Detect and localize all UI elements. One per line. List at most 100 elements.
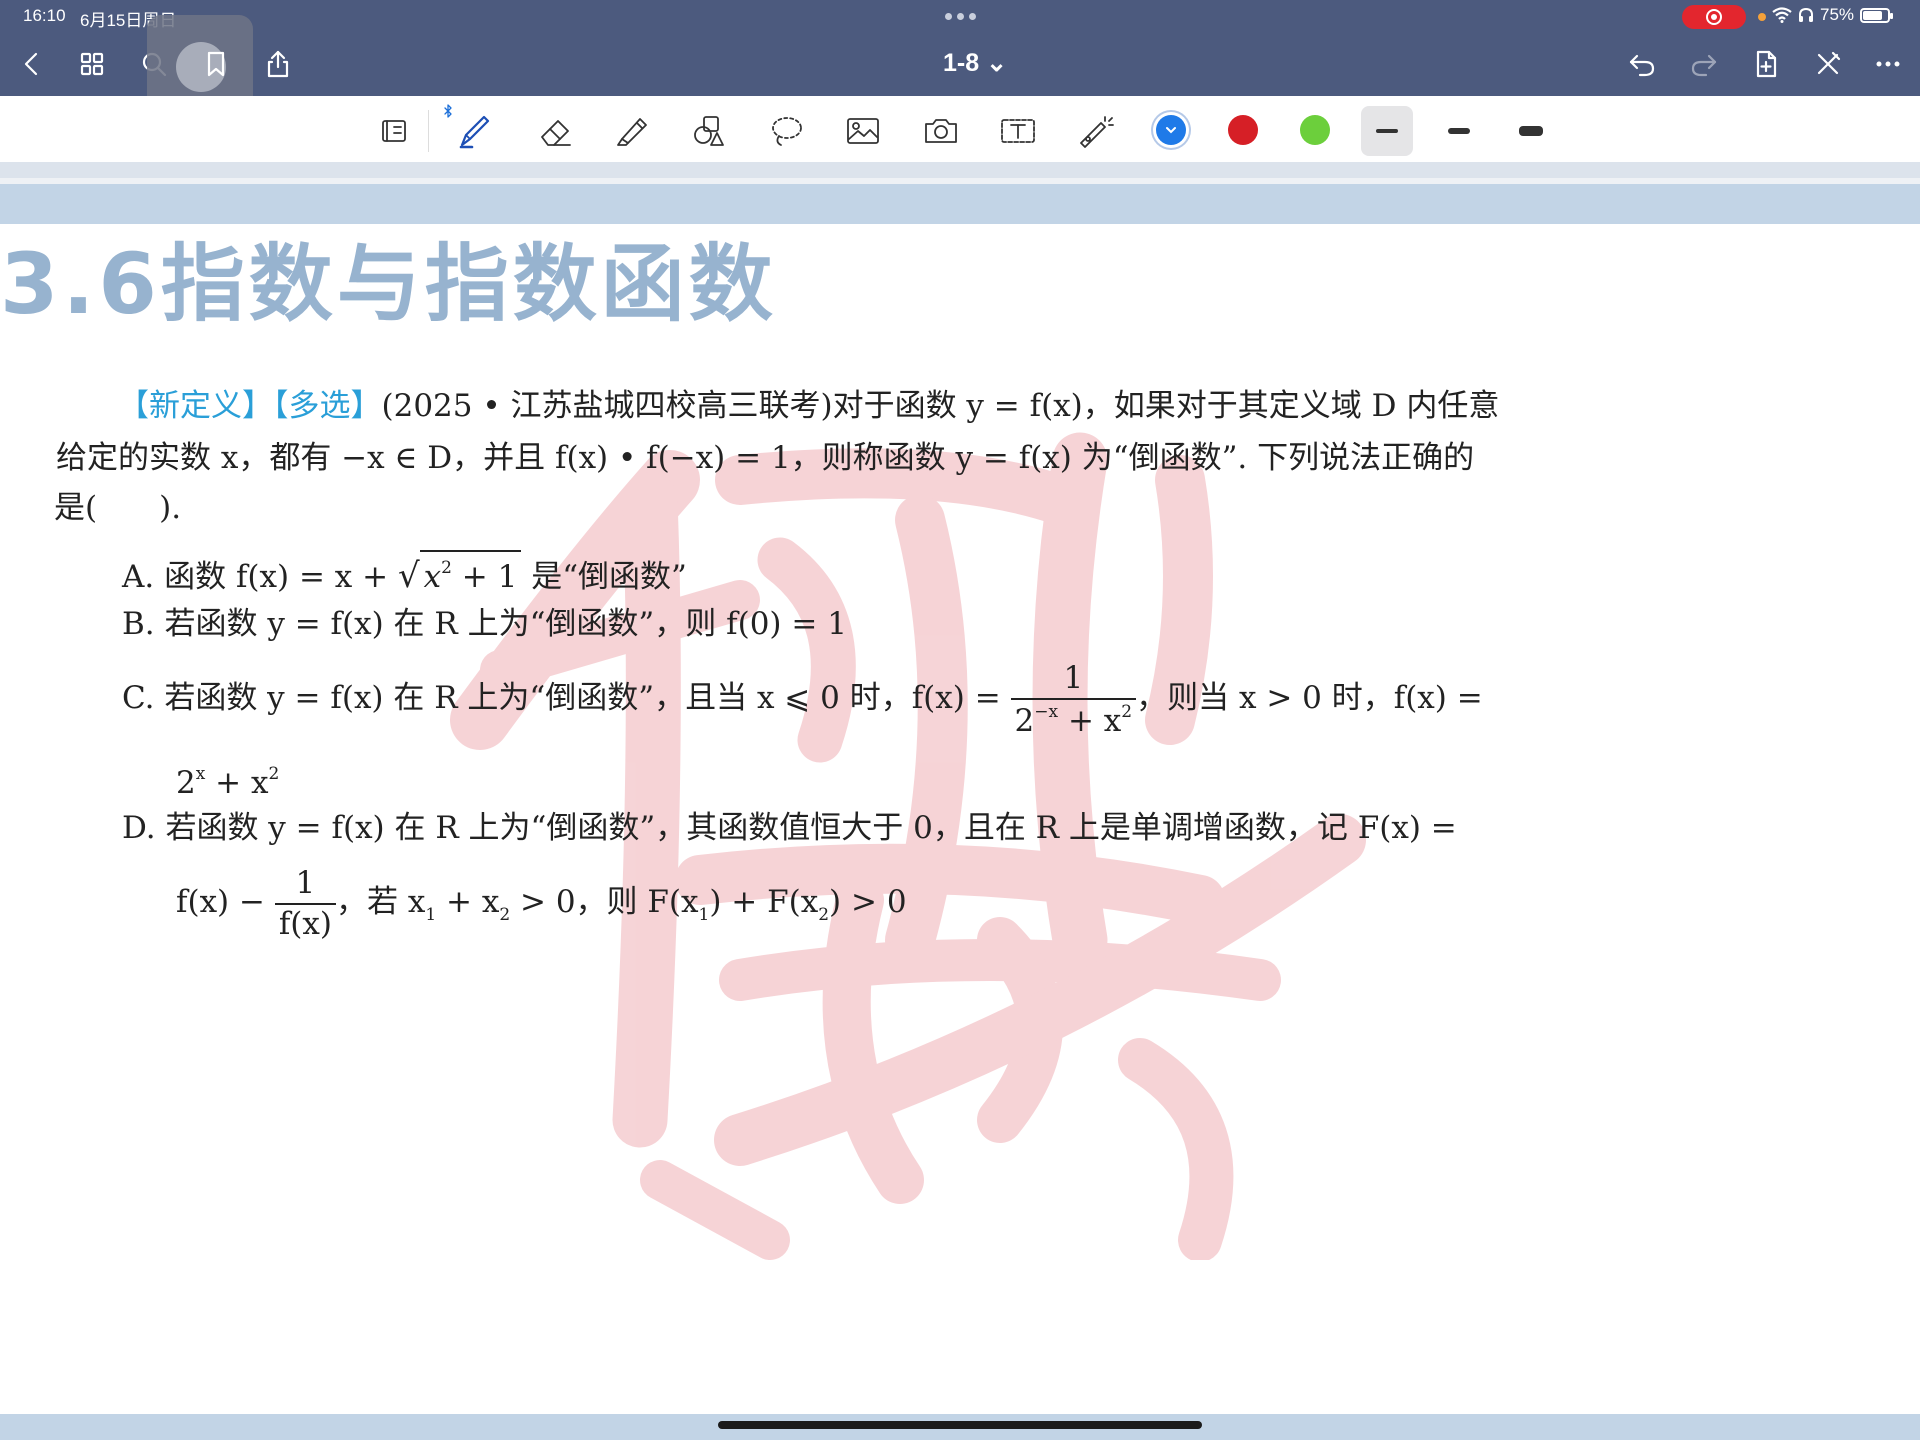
text-box-tool[interactable] [995,108,1041,154]
mic-indicator-dot [1758,13,1766,21]
laser-pointer-icon [1080,116,1114,148]
option-d-denominator: f(x) [274,902,336,940]
text-box-icon [1001,119,1035,143]
option-d-pre: f(x) − [176,884,275,920]
color-swatch-blue[interactable] [1156,115,1186,145]
shapes-tool[interactable] [686,108,732,154]
close-toolbar-button[interactable] [1808,44,1848,84]
close-pen-icon [1817,51,1841,75]
highlighter-icon [617,118,647,146]
redo-icon [1691,54,1717,77]
shapes-icon [694,116,724,146]
eraser-icon [541,120,571,146]
chevron-left-icon [24,52,38,76]
pen-tool[interactable] [444,104,497,154]
option-c-cont-rest: + x [205,765,269,801]
option-d-sub1: 1 [425,905,437,925]
lasso-tool[interactable] [763,108,809,154]
option-c-continuation: 2x + x2 [176,754,279,803]
section-title: 3.6指数与指数函数 [0,235,777,333]
color-swatch-green[interactable] [1300,115,1330,145]
bookmark-button[interactable] [196,44,236,84]
option-c-prefix: C. 若函数 y = f(x) 在 R 上为“倒函数”，且当 x ⩽ 0 时，f… [122,680,1011,716]
option-b[interactable]: B. 若函数 y = f(x) 在 R 上为“倒函数”，则 f(0) = 1 [122,604,847,644]
grid-icon [80,52,104,76]
stroke-thick-button[interactable] [1505,106,1557,156]
option-c-cont-exp2: 2 [268,764,280,784]
camera-icon [925,119,957,143]
bluetooth-icon [444,104,452,118]
option-c-numerator: 1 [1063,659,1084,696]
redo-button[interactable] [1684,44,1724,84]
option-d-sub3: 1 [698,905,710,925]
option-c-cont-base: 2 [176,765,196,801]
back-button[interactable] [12,44,52,84]
more-icon [1876,61,1900,67]
option-c-den-base: 2 [1014,702,1035,739]
status-icons: 75% [1772,5,1894,25]
question-text-1: (2025 • 江苏盐城四校高三联考)对于函数 y = f(x)，如果对于其定义… [381,388,1500,424]
annotation-toolbar [0,96,1920,162]
chevron-down-icon [1166,127,1176,134]
option-d-suffix-e: ) > 0 [829,884,907,920]
laser-pointer-tool[interactable] [1072,108,1118,154]
option-d-sub4: 2 [818,905,830,925]
image-tool[interactable] [840,108,886,154]
record-icon [1706,9,1722,25]
add-page-icon [1756,50,1777,78]
option-c-den-rest: + x [1058,702,1122,739]
bookmark-icon [207,51,225,77]
pen-icon [459,115,490,149]
more-options-button[interactable] [1868,44,1908,84]
screen-recording-indicator[interactable] [1682,5,1746,29]
option-a[interactable]: A. 函数 f(x) = x + √ x2 + 1 是“倒函数” [122,550,687,597]
image-icon [847,118,879,144]
page-selector[interactable]: 1-8 ⌄ [920,48,1030,78]
option-d-suffix-b: + x [436,884,500,920]
undo-icon [1629,54,1655,77]
sqrt-sign: √ [397,556,420,596]
option-a-radicand: x [423,559,442,595]
toolbar-divider [428,110,429,152]
eraser-tool[interactable] [533,108,579,154]
page-header-band [0,184,1920,224]
top-navigation-bar: 16:10 6月15日周日 75% 1-8 ⌄ [0,0,1920,120]
wifi-icon [1772,7,1792,23]
option-d[interactable]: D. 若函数 y = f(x) 在 R 上为“倒函数”，其函数值恒大于 0，且在… [122,808,1457,848]
stroke-medium-button[interactable] [1433,106,1485,156]
page-tool[interactable] [371,108,417,154]
lasso-icon [772,117,802,146]
option-c-cont-exp: x [195,764,206,784]
tag-new-definition: 【新定义】 [118,388,273,424]
stroke-thin-button[interactable] [1361,106,1413,156]
question-line-2: 给定的实数 x，都有 −x ∈ D，并且 f(x) • f(−x) = 1，则称… [56,440,1475,476]
home-indicator[interactable] [718,1421,1202,1429]
battery-icon [1860,7,1894,23]
color-swatch-red[interactable] [1228,115,1258,145]
option-a-suffix: 是“倒函数” [521,559,687,595]
option-d-numerator: 1 [295,864,316,901]
question-line-1: 【新定义】【多选】(2025 • 江苏盐城四校高三联考)对于函数 y = f(x… [118,386,1499,426]
option-d-fraction: 1 f(x) [274,864,336,940]
headphones-icon [1799,7,1813,22]
option-a-prefix: A. 函数 f(x) = x + [122,559,398,595]
share-icon [267,50,289,78]
option-a-plus-one: + 1 [451,559,518,595]
option-d-suffix-c: > 0，则 F(x [510,884,699,920]
option-c[interactable]: C. 若函数 y = f(x) 在 R 上为“倒函数”，且当 x ⩽ 0 时，f… [122,658,1483,738]
share-button[interactable] [258,44,298,84]
multitask-dots[interactable] [945,13,976,20]
add-page-button[interactable] [1746,44,1786,84]
option-d-suffix-d: ) + F(x [709,884,819,920]
tag-multiple-choice: 【多选】 [273,388,382,424]
option-d-suffix-a: ，若 x [335,884,426,920]
highlighter-tool[interactable] [609,108,655,154]
option-d-sub2: 2 [499,905,511,925]
thumbnails-button[interactable] [72,44,112,84]
option-c-denominator: 2−x + x2 [1010,697,1137,739]
option-c-den-exp2: 2 [1121,701,1133,722]
option-c-suffix: ，则当 x > 0 时，f(x) = [1136,680,1483,716]
option-c-den-exp: −x [1034,701,1059,722]
undo-button[interactable] [1622,44,1662,84]
camera-tool[interactable] [918,108,964,154]
